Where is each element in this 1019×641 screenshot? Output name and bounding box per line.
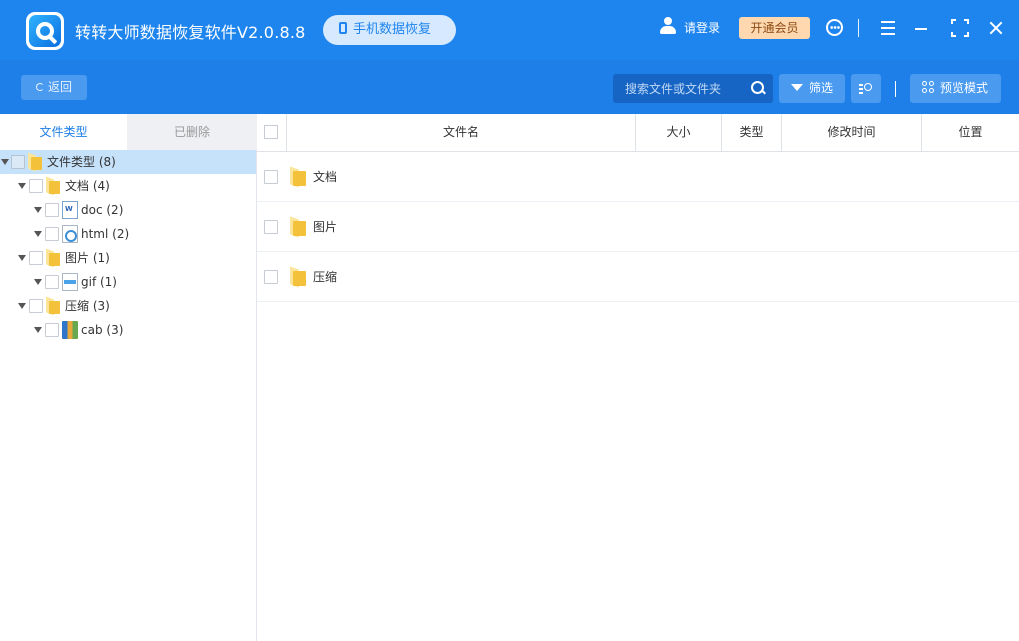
title-bar: 转转大师数据恢复软件V2.0.8.8 手机数据恢复 请登录 开通会员 bbox=[0, 0, 1019, 60]
phone-icon bbox=[339, 22, 347, 34]
tree-item-archives[interactable]: 压缩 (3) bbox=[0, 294, 256, 318]
vip-button[interactable]: 开通会员 bbox=[739, 17, 810, 39]
list-search-icon bbox=[859, 82, 873, 95]
tree-checkbox[interactable] bbox=[45, 275, 59, 289]
toolbar: 返回 筛选 预览模式 bbox=[0, 60, 1019, 114]
titlebar-divider bbox=[858, 19, 859, 37]
user-icon bbox=[659, 17, 677, 35]
html-file-icon bbox=[62, 225, 78, 243]
login-button[interactable]: 请登录 bbox=[659, 17, 720, 39]
table-row[interactable]: 压缩 bbox=[257, 252, 1019, 302]
gif-file-icon bbox=[62, 273, 78, 291]
folder-icon bbox=[290, 266, 307, 288]
maximize-icon[interactable] bbox=[950, 18, 970, 38]
expand-arrow-icon[interactable] bbox=[34, 231, 42, 237]
tree-item-label: 压缩 (3) bbox=[65, 299, 110, 313]
row-checkbox[interactable] bbox=[264, 170, 278, 184]
preview-mode-button[interactable]: 预览模式 bbox=[910, 74, 1001, 103]
mobile-recovery-label: 手机数据恢复 bbox=[353, 22, 432, 37]
column-header-size[interactable]: 大小 bbox=[635, 114, 721, 151]
mobile-recovery-button[interactable]: 手机数据恢复 bbox=[323, 15, 456, 45]
column-header-modified[interactable]: 修改时间 bbox=[781, 114, 921, 151]
folder-icon bbox=[28, 152, 43, 172]
tree-item-label: gif (1) bbox=[81, 275, 117, 289]
file-list-header: 文件名 大小 类型 修改时间 位置 bbox=[257, 114, 1019, 152]
tree-checkbox[interactable] bbox=[45, 323, 59, 337]
minimize-icon[interactable] bbox=[913, 18, 933, 38]
expand-arrow-icon[interactable] bbox=[34, 279, 42, 285]
folder-icon bbox=[290, 166, 307, 188]
row-name: 文档 bbox=[313, 170, 338, 184]
column-header-type[interactable]: 类型 bbox=[721, 114, 781, 151]
tree-checkbox[interactable] bbox=[29, 251, 43, 265]
toolbar-divider bbox=[895, 81, 896, 97]
folder-icon bbox=[46, 296, 61, 316]
app-title: 转转大师数据恢复软件V2.0.8.8 bbox=[75, 23, 306, 42]
tree-item-label: doc (2) bbox=[81, 203, 124, 217]
tree-checkbox[interactable] bbox=[29, 299, 43, 313]
back-button[interactable]: 返回 bbox=[21, 75, 87, 100]
column-header-location[interactable]: 位置 bbox=[921, 114, 1019, 151]
row-name: 图片 bbox=[313, 220, 338, 234]
expand-arrow-icon[interactable] bbox=[18, 183, 26, 189]
back-label: 返回 bbox=[47, 80, 72, 94]
select-all-checkbox[interactable] bbox=[264, 125, 278, 139]
preview-mode-label: 预览模式 bbox=[940, 81, 989, 95]
app-logo-icon bbox=[26, 12, 64, 50]
row-checkbox[interactable] bbox=[264, 270, 278, 284]
tree-checkbox[interactable] bbox=[29, 179, 43, 193]
list-search-button[interactable] bbox=[851, 74, 881, 103]
filter-label: 筛选 bbox=[809, 81, 834, 95]
filter-button[interactable]: 筛选 bbox=[779, 74, 845, 103]
tree-item-html[interactable]: html (2) bbox=[0, 222, 256, 246]
tree-item-images[interactable]: 图片 (1) bbox=[0, 246, 256, 270]
file-list: 文件名 大小 类型 修改时间 位置 文档 图片 压缩 bbox=[257, 114, 1019, 641]
search-box bbox=[613, 74, 773, 103]
grid-view-icon bbox=[922, 81, 935, 94]
left-panel: 文件类型 已删除 文件类型 (8) 文档 (4) doc (2) bbox=[0, 114, 257, 641]
row-name: 压缩 bbox=[313, 270, 338, 284]
left-panel-tabs: 文件类型 已删除 bbox=[0, 114, 257, 150]
tree-item-cab[interactable]: cab (3) bbox=[0, 318, 256, 342]
folder-icon bbox=[290, 216, 307, 238]
expand-arrow-icon[interactable] bbox=[34, 207, 42, 213]
tab-deleted[interactable]: 已删除 bbox=[127, 114, 257, 150]
expand-arrow-icon[interactable] bbox=[34, 327, 42, 333]
login-label: 请登录 bbox=[684, 21, 721, 35]
tree-item-label: cab (3) bbox=[81, 323, 124, 337]
word-doc-icon bbox=[62, 201, 78, 219]
filter-icon bbox=[791, 84, 803, 91]
tree-item-label: 文档 (4) bbox=[65, 179, 110, 193]
column-header-name[interactable]: 文件名 bbox=[286, 114, 635, 151]
menu-icon[interactable] bbox=[879, 18, 899, 38]
table-row[interactable]: 图片 bbox=[257, 202, 1019, 252]
table-row[interactable]: 文档 bbox=[257, 152, 1019, 202]
expand-arrow-icon[interactable] bbox=[18, 255, 26, 261]
support-chat-icon[interactable] bbox=[825, 18, 845, 38]
expand-arrow-icon[interactable] bbox=[1, 159, 9, 165]
folder-icon bbox=[46, 248, 61, 268]
expand-arrow-icon[interactable] bbox=[18, 303, 26, 309]
search-input[interactable] bbox=[613, 74, 743, 103]
tree-checkbox[interactable] bbox=[45, 227, 59, 241]
search-icon[interactable] bbox=[751, 81, 764, 94]
tree-item-documents[interactable]: 文档 (4) bbox=[0, 174, 256, 198]
tree-item-doc[interactable]: doc (2) bbox=[0, 198, 256, 222]
tree-item-label: 图片 (1) bbox=[65, 251, 110, 265]
tree-item-all-types[interactable]: 文件类型 (8) bbox=[0, 150, 256, 174]
close-icon[interactable] bbox=[987, 18, 1007, 38]
tree-item-gif[interactable]: gif (1) bbox=[0, 270, 256, 294]
folder-icon bbox=[46, 176, 61, 196]
tab-file-types[interactable]: 文件类型 bbox=[0, 114, 127, 150]
back-arrow-icon bbox=[35, 83, 44, 91]
tree-checkbox[interactable] bbox=[45, 203, 59, 217]
tree-checkbox[interactable] bbox=[11, 155, 25, 169]
tree-item-label: html (2) bbox=[81, 227, 130, 241]
row-checkbox[interactable] bbox=[264, 220, 278, 234]
archive-icon bbox=[62, 321, 78, 339]
tree-item-label: 文件类型 (8) bbox=[47, 155, 116, 169]
